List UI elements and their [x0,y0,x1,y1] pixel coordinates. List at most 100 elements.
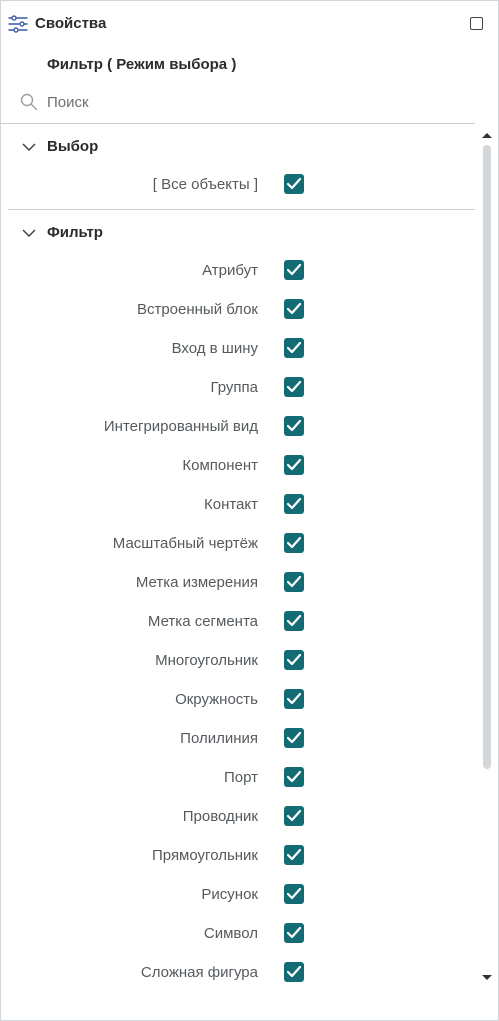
checkbox-checked[interactable] [284,338,304,358]
check-icon [286,692,302,705]
filter-mode-title: Фильтр ( Режим выбора ) [47,56,237,73]
vertical-scrollbar[interactable] [480,129,494,989]
check-icon [286,497,302,510]
filter-row[interactable]: Встроенный блок [1,297,475,323]
row-label: Полилиния [180,730,258,747]
row-label: Рисунок [201,886,258,903]
checkbox-checked[interactable] [284,174,304,194]
filter-row[interactable]: Прямоугольник [1,843,475,869]
checkbox-checked[interactable] [284,299,304,319]
row-label: Масштабный чертёж [112,535,258,552]
filter-row[interactable]: Компонент [1,453,475,479]
checkbox-checked[interactable] [284,533,304,553]
maximize-icon[interactable] [470,17,483,30]
filter-row[interactable]: Окружность [1,687,475,713]
filter-row[interactable]: Интегрированный вид [1,414,475,440]
filter-row[interactable]: Вход в шину [1,336,475,362]
row-label: Прямоугольник [151,847,258,864]
row-label: [ Все объекты ] [152,176,258,193]
scrollbar-thumb[interactable] [483,145,491,769]
chevron-down-icon [22,143,36,152]
row-label: Символ [203,925,258,942]
checkbox-checked[interactable] [284,806,304,826]
filter-row[interactable]: Группа [1,375,475,401]
section-selection-header[interactable]: Выбор [1,135,475,161]
check-icon [286,419,302,432]
check-icon [286,341,302,354]
panel-title: Свойства [35,15,107,32]
checkbox-checked[interactable] [284,377,304,397]
row-label: Многоугольник [155,652,258,669]
filter-row[interactable]: Порт [1,765,475,791]
search-icon [20,93,38,111]
checkbox-checked[interactable] [284,260,304,280]
checkbox-checked[interactable] [284,416,304,436]
selection-row-all-objects[interactable]: [ Все объекты ] [1,172,475,198]
chevron-down-icon [22,229,36,238]
search-bar [1,85,475,124]
filter-row[interactable]: Многоугольник [1,648,475,674]
check-icon [286,380,302,393]
panel-header: Свойства [1,1,498,47]
checkbox-checked[interactable] [284,728,304,748]
section-filter-title: Фильтр [47,224,103,241]
check-icon [286,263,302,276]
check-icon [286,887,302,900]
row-label: Встроенный блок [136,301,258,318]
checkbox-checked[interactable] [284,572,304,592]
section-divider [8,209,475,210]
scroll-down-arrow-icon[interactable] [482,975,492,980]
row-label: Интегрированный вид [103,418,258,435]
row-label: Проводник [182,808,258,825]
row-label: Компонент [182,457,258,474]
checkbox-checked[interactable] [284,689,304,709]
filter-row[interactable]: Атрибут [1,258,475,284]
row-label: Метка измерения [135,574,258,591]
filter-row[interactable]: Полилиния [1,726,475,752]
filter-row[interactable]: Метка сегмента [1,609,475,635]
filter-row[interactable]: Проводник [1,804,475,830]
filter-row[interactable]: Контакт [1,492,475,518]
section-selection-title: Выбор [47,138,99,155]
row-label: Вход в шину [171,340,258,357]
checkbox-checked[interactable] [284,650,304,670]
check-icon [286,848,302,861]
check-icon [286,731,302,744]
row-label: Окружность [175,691,258,708]
row-label: Атрибут [202,262,258,279]
properties-sliders-icon [8,15,28,33]
checkbox-checked[interactable] [284,611,304,631]
check-icon [286,614,302,627]
checkbox-checked[interactable] [284,962,304,982]
check-icon [286,926,302,939]
scroll-up-arrow-icon[interactable] [482,133,492,138]
check-icon [286,177,302,190]
checkbox-checked[interactable] [284,494,304,514]
filter-row[interactable]: Сложная фигура [1,960,475,986]
check-icon [286,965,302,978]
row-label: Метка сегмента [147,613,258,630]
search-input[interactable] [47,90,447,114]
check-icon [286,770,302,783]
check-icon [286,536,302,549]
check-icon [286,458,302,471]
row-label: Порт [223,769,258,786]
checkbox-checked[interactable] [284,767,304,787]
check-icon [286,653,302,666]
checkbox-checked[interactable] [284,923,304,943]
filter-row[interactable]: Метка измерения [1,570,475,596]
row-label: Сложная фигура [140,964,258,981]
check-icon [286,575,302,588]
checkbox-checked[interactable] [284,845,304,865]
check-icon [286,809,302,822]
properties-panel: Свойства Фильтр ( Режим выбора ) Выбор [… [0,0,499,1021]
checkbox-checked[interactable] [284,884,304,904]
section-filter-header[interactable]: Фильтр [1,221,475,247]
check-icon [286,302,302,315]
filter-row[interactable]: Рисунок [1,882,475,908]
row-label: Группа [210,379,258,396]
filter-row[interactable]: Символ [1,921,475,947]
checkbox-checked[interactable] [284,455,304,475]
filter-row[interactable]: Масштабный чертёж [1,531,475,557]
row-label: Контакт [203,496,258,513]
